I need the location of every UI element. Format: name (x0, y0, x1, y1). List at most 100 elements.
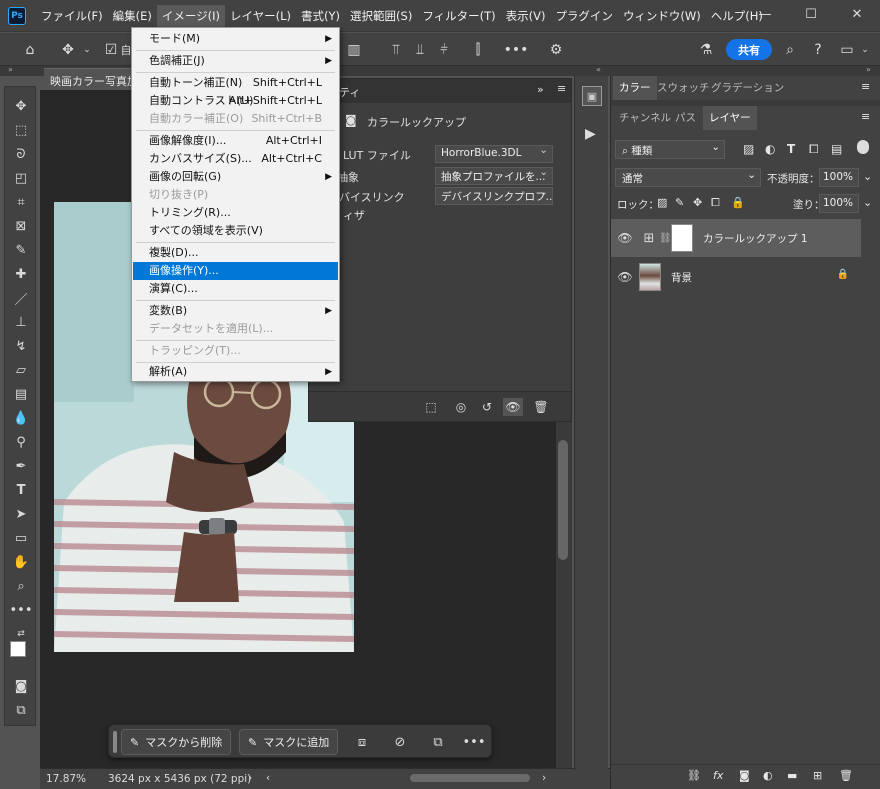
properties-tab[interactable]: ティ (339, 84, 360, 100)
expand-left-icon[interactable]: » (8, 65, 13, 74)
add-mask-icon[interactable]: ◙ (739, 769, 750, 782)
type-tool-icon[interactable]: T (8, 479, 34, 501)
workspace-icon[interactable]: ▭ (836, 33, 858, 66)
menu-type[interactable]: 書式(Y) (296, 5, 345, 27)
filter-pixel-icon[interactable]: ▨ (743, 142, 754, 156)
menu-window[interactable]: ウィンドウ(W) (618, 5, 706, 27)
object-selection-tool-icon[interactable]: ◰ (8, 167, 34, 189)
marquee-tool-icon[interactable]: ⬚ (8, 119, 34, 141)
mask-settings-icon[interactable]: ⧈ (349, 729, 375, 755)
zoom-tool-icon[interactable]: ⌕ (8, 575, 34, 597)
collapse-mid-icon[interactable]: « (596, 65, 601, 74)
lock-transparent-icon[interactable]: ▨ (657, 196, 667, 209)
share-button[interactable]: 共有 (726, 39, 772, 60)
zoom-level[interactable]: 17.87% (40, 773, 102, 785)
chevron-down-icon[interactable]: ⌄ (80, 33, 94, 66)
clip-to-layer-icon[interactable]: ⬚ (421, 398, 441, 416)
more-tools-icon[interactable]: ••• (8, 599, 34, 621)
quick-mask-icon[interactable]: ◙ (8, 675, 34, 697)
layer-row-background[interactable]: 👁 背景 🔒 (611, 258, 861, 296)
visibility-eye-icon[interactable]: 👁 (611, 231, 639, 245)
more-options-icon[interactable]: ••• (504, 33, 529, 66)
tab-paths[interactable]: パス (669, 106, 702, 130)
move-tool-icon[interactable]: ✥ (8, 95, 34, 117)
blur-tool-icon[interactable]: 💧 (8, 407, 34, 429)
brush-tool-icon[interactable]: ／ (8, 287, 34, 309)
visibility-eye-icon[interactable]: 👁 (503, 398, 523, 416)
align-bottom-icon[interactable]: ⫩ (436, 33, 452, 66)
tab-gradients[interactable]: グラデーション (705, 76, 790, 100)
fx-icon[interactable]: fx (713, 769, 723, 782)
opacity-input[interactable]: 100% (819, 168, 859, 187)
align-middle-icon[interactable]: ⫫ (412, 33, 428, 66)
tab-color[interactable]: カラー (613, 76, 657, 100)
lock-all-icon[interactable]: 🔒 (731, 196, 745, 209)
drag-handle[interactable] (113, 731, 117, 753)
horizontal-scroll-thumb[interactable] (410, 774, 530, 782)
layer-name[interactable]: 背景 (665, 270, 692, 285)
filter-smart-object-icon[interactable]: ▤ (831, 142, 842, 156)
image-panel-icon[interactable]: ▣ (582, 86, 602, 106)
view-previous-icon[interactable]: ◎ (451, 398, 471, 416)
foreground-color-swatch[interactable] (10, 641, 26, 657)
layer-thumbnail[interactable] (639, 263, 661, 291)
menu-item-auto-contrast[interactable]: 自動コントラスト(U) Alt+Shift+Ctrl+L (133, 92, 338, 110)
link-layers-icon[interactable]: ⛓ (687, 769, 701, 782)
move-tool-icon[interactable]: ✥ (56, 33, 80, 66)
menu-select[interactable]: 選択範囲(S) (345, 5, 417, 27)
clone-stamp-tool-icon[interactable]: ⊥ (8, 311, 34, 333)
auto-select-checkbox[interactable]: ☑ (104, 33, 118, 66)
new-group-icon[interactable]: ▬ (787, 769, 797, 782)
collapse-panel-icon[interactable]: » (537, 83, 544, 96)
lasso-tool-icon[interactable]: ᘐ (8, 143, 34, 165)
layers-panel-menu-icon[interactable]: ≡ (861, 110, 870, 123)
flask-icon[interactable]: ⚗ (696, 33, 716, 66)
align-top-icon[interactable]: ⫪ (388, 33, 404, 66)
disable-mask-icon[interactable]: ⊘ (387, 729, 413, 755)
workspace-chevron-icon[interactable]: ⌄ (858, 33, 872, 66)
delete-layer-icon[interactable]: 🗑 (839, 769, 853, 782)
menu-item-canvas-size[interactable]: カンバスサイズ(S)... Alt+Ctrl+C (133, 150, 338, 168)
lock-artboard-icon[interactable]: ⧠ (711, 196, 720, 210)
minimize-button[interactable]: — (742, 0, 788, 28)
reset-icon[interactable]: ↺ (477, 398, 497, 416)
new-adjustment-icon[interactable]: ◐ (763, 769, 773, 782)
menu-item-image-rotation[interactable]: 画像の回転(G) ▶ (133, 168, 338, 186)
home-icon[interactable]: ⌂ (18, 33, 42, 66)
search-icon[interactable]: ⌕ (780, 33, 800, 66)
panel-menu-icon[interactable]: ≡ (557, 82, 566, 95)
menu-edit[interactable]: 編集(E) (108, 5, 157, 27)
filter-shape-icon[interactable]: ⧠ (809, 142, 819, 157)
remove-from-mask-button[interactable]: ✎ マスクから削除 (121, 729, 232, 755)
visibility-eye-icon[interactable]: 👁 (611, 270, 639, 284)
more-icon[interactable]: ••• (461, 729, 487, 755)
crop-tool-icon[interactable]: ⌗ (8, 191, 34, 213)
scroll-left-icon[interactable]: ‹ (266, 772, 270, 784)
add-to-mask-button[interactable]: ✎ マスクに追加 (239, 729, 339, 755)
eyedropper-tool-icon[interactable]: ✎ (8, 239, 34, 261)
dodge-tool-icon[interactable]: ⚲ (8, 431, 34, 453)
distribute-icon[interactable]: ⫿ (470, 33, 486, 66)
menu-plugins[interactable]: プラグイン (550, 5, 618, 27)
abstract-select[interactable]: 抽象プロファイルを... (435, 167, 553, 185)
menu-item-auto-tone[interactable]: 自動トーン補正(N) Shift+Ctrl+L (133, 74, 338, 92)
hand-tool-icon[interactable]: ✋ (8, 551, 34, 573)
maximize-button[interactable]: ☐ (788, 0, 834, 28)
mask-options-icon[interactable]: ⧉ (425, 729, 451, 755)
layer-name[interactable]: カラールックアップ 1 (697, 231, 808, 246)
layer-row-color-lookup[interactable]: 👁 ⊞ ⛓ カラールックアップ 1 (611, 219, 861, 257)
layer-mask-thumbnail[interactable] (671, 224, 693, 252)
path-selection-tool-icon[interactable]: ➤ (8, 503, 34, 525)
fill-input[interactable]: 100% (819, 194, 859, 213)
align-icon[interactable]: ▥ (346, 33, 362, 66)
blend-mode-select[interactable]: 通常 ⌄ (615, 168, 761, 187)
close-button[interactable]: ✕ (834, 0, 880, 28)
canvas-vertical-scroll-thumb[interactable] (558, 440, 568, 560)
menu-item-adjustments[interactable]: 色調補正(J) ▶ (133, 52, 338, 70)
menu-item-trim[interactable]: トリミング(R)... (133, 204, 338, 222)
menu-item-variables[interactable]: 変数(B) ▶ (133, 302, 338, 320)
eraser-tool-icon[interactable]: ▱ (8, 359, 34, 381)
new-layer-icon[interactable]: ⊞ (813, 769, 822, 782)
filter-toggle[interactable] (857, 140, 869, 154)
menu-item-calculations[interactable]: 演算(C)... (133, 280, 338, 298)
